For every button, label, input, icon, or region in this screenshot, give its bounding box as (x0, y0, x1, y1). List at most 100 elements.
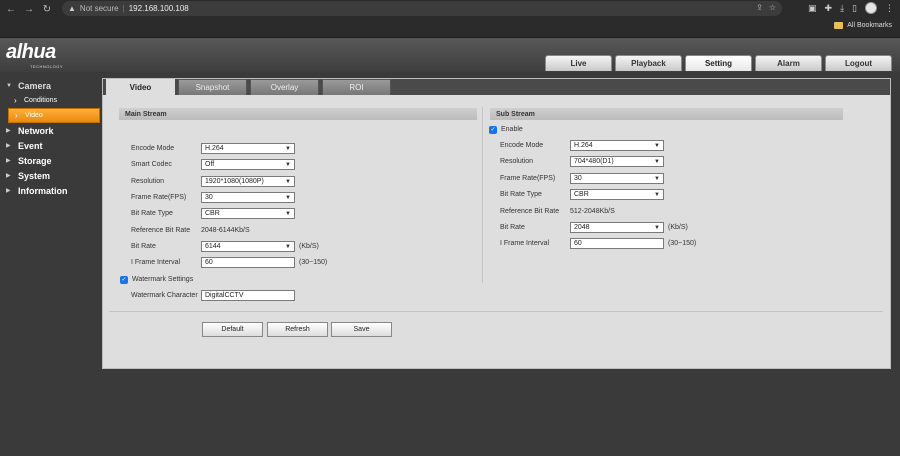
tab-snapshot[interactable]: Snapshot (178, 79, 247, 95)
default-button[interactable]: Default (202, 322, 263, 337)
chevron-down-icon: ▼ (654, 142, 660, 149)
sidebar-item-label: Network (18, 125, 54, 136)
main-encode-mode-row: Encode Mode H.264 ▼ (131, 143, 295, 154)
puzzle-icon[interactable]: ✚ (825, 3, 833, 14)
watermark-char-input[interactable]: DigitalCCTV (201, 290, 295, 301)
select-value: H.264 (574, 142, 593, 149)
chevron-down-icon: ▼ (654, 158, 660, 165)
watermark-settings-label: Watermark Settings (132, 276, 194, 283)
main-resolution-row: Resolution 1920*1080(1080P) ▼ (131, 176, 295, 187)
field-label: Frame Rate(FPS) (500, 175, 556, 182)
select-value: 6144 (205, 243, 221, 250)
address-bar[interactable]: ▲ Not secure | 192.168.100.108 ⇪ ☆ (62, 1, 782, 16)
main-fps-row: Frame Rate(FPS) 30 ▼ (131, 192, 295, 203)
forward-icon[interactable]: → (22, 2, 36, 16)
all-bookmarks[interactable]: All Bookmarks (834, 22, 892, 29)
sidebar-item-event[interactable]: ▶ Event (0, 138, 102, 153)
tab-playback[interactable]: Playback (615, 55, 682, 71)
unit-label: (Kb/S) (668, 224, 688, 231)
caret-right-icon: ▶ (6, 128, 11, 134)
back-icon[interactable]: ← (4, 2, 18, 16)
logo-tagline: TECHNOLOGY (30, 64, 64, 69)
tab-logout[interactable]: Logout (825, 55, 892, 71)
share-icon[interactable]: ⇪ (756, 3, 763, 12)
main-iframe-row: I Frame Interval 60 (30~150) (131, 257, 327, 268)
main-bitrate-type-row: Bit Rate Type CBR ▼ (131, 208, 295, 219)
sub-encode-mode-select[interactable]: H.264 ▼ (570, 140, 664, 151)
enable-checkbox[interactable]: ✓ (489, 125, 497, 134)
sub-resolution-select[interactable]: 704*480(D1) ▼ (570, 156, 664, 167)
sidebar-item-camera[interactable]: ▼ Camera (0, 78, 102, 93)
sub-resolution-row: Resolution 704*480(D1) ▼ (500, 156, 664, 167)
sub-ref-bitrate-row: Reference Bit Rate 512-2048Kb/S (500, 206, 615, 217)
bookmark-star-icon[interactable]: ☆ (769, 3, 776, 12)
field-label: Bit Rate Type (500, 191, 542, 198)
tab-alarm[interactable]: Alarm (755, 55, 822, 71)
main-bitrate-type-select[interactable]: CBR ▼ (201, 208, 295, 219)
tab-live[interactable]: Live (545, 55, 612, 71)
watermark-char-row: Watermark Character DigitalCCTV (131, 290, 295, 301)
sidebar-item-label: Camera (18, 80, 52, 91)
download-icon[interactable]: ⤓ (840, 3, 844, 14)
field-label: Bit Rate Type (131, 210, 173, 217)
sidebar-item-label: System (18, 170, 51, 181)
tab-roi[interactable]: ROI (322, 79, 391, 95)
sub-fps-select[interactable]: 30 ▼ (570, 173, 664, 184)
caret-down-icon: ▼ (6, 82, 12, 89)
sub-iframe-input[interactable]: 60 (570, 238, 664, 249)
sidebar-item-storage[interactable]: ▶ Storage (0, 153, 102, 168)
reload-icon[interactable]: ↻ (40, 2, 54, 16)
chevron-down-icon: ▼ (285, 145, 291, 152)
extension-icon[interactable]: ▣ (808, 3, 817, 14)
refresh-button[interactable]: Refresh (267, 322, 328, 337)
bookmarks-bar: All Bookmarks (0, 18, 900, 38)
sub-ref-bitrate-value: 512-2048Kb/S (570, 208, 615, 215)
main-smart-codec-select[interactable]: Off ▼ (201, 159, 295, 170)
field-label: Bit Rate (131, 243, 156, 250)
sub-tabs: Video Snapshot Overlay ROI (103, 79, 890, 95)
main-fps-select[interactable]: 30 ▼ (201, 192, 295, 203)
main-stream-title: Main Stream (119, 108, 477, 120)
chevron-down-icon: ▼ (654, 191, 660, 198)
watermark-checkbox[interactable]: ✓ (120, 275, 128, 284)
chevron-right-icon: › (15, 111, 18, 120)
main-iframe-input[interactable]: 60 (201, 257, 295, 268)
select-value: 30 (205, 194, 213, 201)
field-label: Reference Bit Rate (131, 227, 191, 234)
main-resolution-select[interactable]: 1920*1080(1080P) ▼ (201, 176, 295, 187)
sub-bitrate-type-select[interactable]: CBR ▼ (570, 189, 664, 200)
chevron-down-icon: ▼ (285, 210, 291, 217)
profile-avatar[interactable] (865, 2, 877, 14)
select-value: CBR (205, 210, 220, 217)
select-value: Off (205, 161, 215, 168)
sub-encode-mode-row: Encode Mode H.264 ▼ (500, 140, 664, 151)
field-label: I Frame Interval (131, 259, 181, 266)
tab-setting[interactable]: Setting (685, 55, 752, 71)
caret-right-icon: ▶ (6, 188, 11, 194)
sidebar-item-label: Video (25, 112, 43, 119)
menu-icon[interactable]: ⋮ (885, 3, 894, 14)
tab-overlay[interactable]: Overlay (250, 79, 319, 95)
unit-label: (Kb/S) (299, 243, 319, 250)
main-smart-codec-row: Smart Codec Off ▼ (131, 159, 295, 170)
all-bookmarks-label: All Bookmarks (847, 22, 892, 29)
main-bitrate-select[interactable]: 6144 ▼ (201, 241, 295, 252)
sidebar-item-video[interactable]: › Video (8, 108, 100, 123)
sidebar-item-conditions[interactable]: › Conditions (0, 93, 102, 108)
sidebar-item-system[interactable]: ▶ System (0, 168, 102, 183)
sidepanel-icon[interactable]: ▯ (852, 3, 857, 14)
tab-video[interactable]: Video (106, 79, 175, 95)
sidebar: ▼ Camera › Conditions › Video ▶ Network … (0, 78, 102, 198)
sidebar-item-network[interactable]: ▶ Network (0, 123, 102, 138)
sub-enable-row: ✓ Enable (489, 124, 523, 135)
app-header: alhua TECHNOLOGY Live Playback Setting A… (0, 38, 900, 72)
sub-bitrate-select[interactable]: 2048 ▼ (570, 222, 664, 233)
logo: alhua (6, 41, 56, 63)
main-encode-mode-select[interactable]: H.264 ▼ (201, 143, 295, 154)
content-panel: Video Snapshot Overlay ROI Main Stream E… (102, 78, 891, 369)
warning-icon[interactable]: ▲ (68, 4, 76, 13)
range-label: (30~150) (668, 240, 697, 247)
sub-iframe-row: I Frame Interval 60 (30~150) (500, 238, 696, 249)
save-button[interactable]: Save (331, 322, 392, 337)
sidebar-item-information[interactable]: ▶ Information (0, 183, 102, 198)
